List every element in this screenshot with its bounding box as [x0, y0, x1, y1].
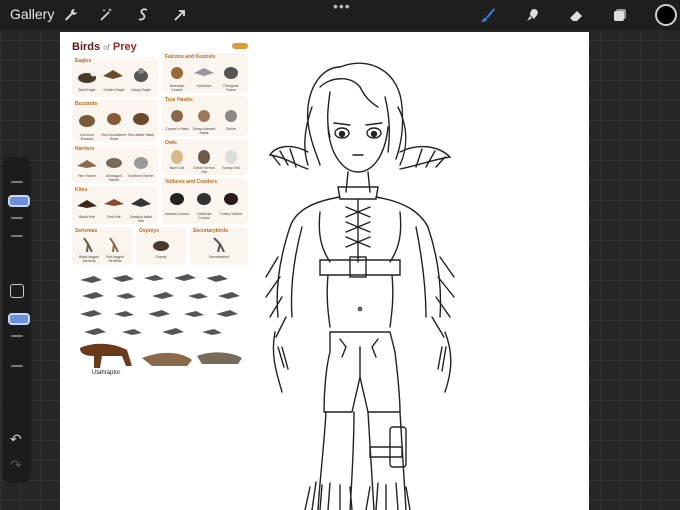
group-ospreys: Ospreys Osprey	[136, 227, 186, 265]
group-owls: Owls Barn Owl Great Horned Owl Snowy Owl	[162, 139, 248, 175]
gallery-button[interactable]: Gallery	[10, 6, 54, 22]
slider-tick	[11, 235, 23, 237]
opacity-slider[interactable]	[7, 307, 30, 407]
slider-tick	[11, 181, 23, 183]
magic-wand-icon[interactable]	[96, 5, 116, 25]
top-toolbar: Gallery •••	[0, 0, 680, 30]
layers-icon[interactable]	[610, 5, 630, 25]
brush-sidebar: ↶ ↷	[3, 157, 31, 483]
group-buzzards: Buzzards Common Buzzard Red-shouldered H…	[72, 100, 158, 142]
slider-tick	[11, 365, 23, 367]
reference-badge	[232, 43, 248, 49]
reference-image-birds-of-prey: Birds of Prey Eagles Bald Eagle Golden E…	[70, 37, 250, 387]
color-picker-button[interactable]	[655, 4, 677, 26]
group-eagles: Eagles Bald Eagle Golden Eagle Harpy Eag…	[72, 57, 158, 97]
modify-button[interactable]	[10, 284, 24, 298]
reference-title: Birds of Prey	[72, 41, 137, 53]
selection-icon[interactable]	[134, 5, 154, 25]
smudge-icon[interactable]	[523, 5, 543, 25]
brush-icon[interactable]	[478, 5, 498, 25]
actions-menu-dots[interactable]: •••	[333, 0, 351, 14]
undo-button[interactable]: ↶	[10, 431, 22, 448]
group-vultures: Vultures and Condors Andean Condor Calif…	[162, 178, 248, 224]
redo-button[interactable]: ↷	[10, 457, 22, 474]
group-falcons: Falcons and Kestrels American Kestrel Gy…	[162, 53, 248, 93]
group-true-hawks: True Hawks Cooper's Hawk Sharp-shinned H…	[162, 96, 248, 136]
drawing-canvas[interactable]: Birds of Prey Eagles Bald Eagle Golden E…	[60, 32, 589, 510]
opacity-thumb[interactable]	[8, 313, 30, 325]
group-secretarybirds: Secretarybirds Secretarybird	[190, 227, 248, 265]
transform-arrow-icon[interactable]	[170, 5, 190, 25]
brush-size-slider[interactable]	[7, 167, 30, 267]
utahraptor-label: Utahraptor	[92, 370, 121, 376]
group-kites: Kites Black Kite Red Kite Swallow-tailed…	[72, 186, 158, 224]
brush-size-thumb[interactable]	[8, 195, 30, 207]
slider-tick	[11, 335, 23, 337]
slider-tick	[11, 217, 23, 219]
eraser-icon[interactable]	[566, 5, 586, 25]
wrench-icon[interactable]	[61, 5, 81, 25]
character-sketch	[265, 62, 455, 510]
dinosaur-illustrations	[80, 274, 242, 368]
group-harriers: Harriers Hen Harrier Montagu's Harrier N…	[72, 145, 158, 183]
group-seriemas: Seriemas Black-legged Seriema Red-legged…	[72, 227, 132, 265]
